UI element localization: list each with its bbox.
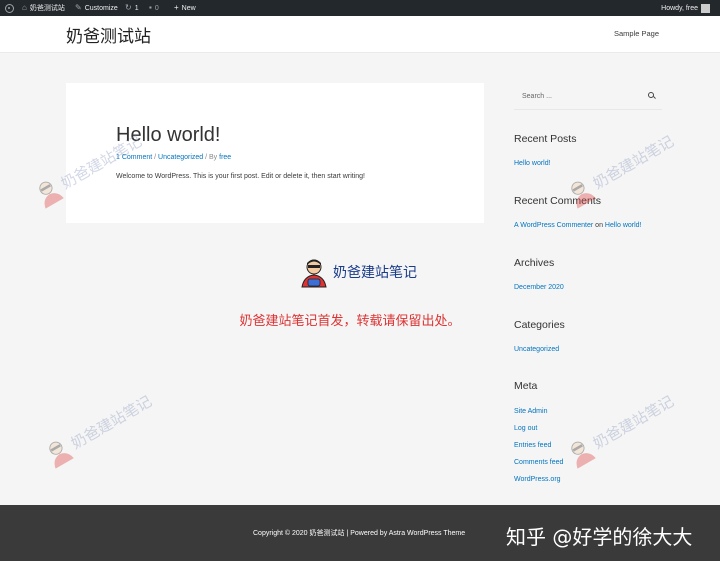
refresh-icon: ↻ xyxy=(125,3,132,12)
new-content-link[interactable]: + New xyxy=(174,0,196,16)
comment-icon: ▪ xyxy=(149,3,152,12)
categories-title: Categories xyxy=(514,319,565,331)
meta-by-label: / By xyxy=(203,154,220,161)
search-form: Search ... xyxy=(514,85,662,110)
search-icon[interactable] xyxy=(648,92,654,98)
copyright-label: Copyright © 2020 xyxy=(253,530,310,537)
footer-site-link[interactable]: 奶爸测试站 xyxy=(310,530,345,537)
diagonal-watermark: 奶爸建站笔记 xyxy=(561,127,679,211)
meta-link-log-out[interactable]: Log out xyxy=(514,425,537,432)
mascot-icon xyxy=(301,259,327,288)
theme-link[interactable]: Astra WordPress Theme xyxy=(389,530,465,537)
post-excerpt: Welcome to WordPress. This is your first… xyxy=(116,173,365,180)
author-link[interactable]: free xyxy=(219,154,231,161)
powered-by-label: | Powered by xyxy=(344,530,389,537)
brush-icon: ✎ xyxy=(75,3,82,12)
home-icon: ⌂ xyxy=(22,3,27,12)
archive-link[interactable]: December 2020 xyxy=(514,284,564,291)
diagonal-watermark-text: 奶爸建站笔记 xyxy=(67,391,155,453)
admin-bar: ⌂ 奶爸测试站 ✎ Customize ↻ 1 ▪ 0 + New Howdy,… xyxy=(0,0,720,16)
category-link[interactable]: Uncategorized xyxy=(514,346,559,353)
howdy-label: Howdy, free xyxy=(661,4,698,12)
recent-post-link[interactable]: Hello world! xyxy=(514,160,551,167)
meta-link-entries-feed[interactable]: Entries feed xyxy=(514,442,551,449)
zhihu-watermark: 知乎 @好学的徐大大 xyxy=(506,525,693,549)
meta-link-wordpress-org[interactable]: WordPress.org xyxy=(514,476,561,483)
updates-count: 1 xyxy=(134,4,139,12)
meta-link-site-admin[interactable]: Site Admin xyxy=(514,408,547,415)
site-title-link[interactable]: 奶爸测试站 xyxy=(66,22,151,47)
center-watermark-note: 奶爸建站笔记首发，转载请保留出处。 xyxy=(0,310,720,329)
meta-title: Meta xyxy=(514,380,538,392)
site-name-label: 奶爸测试站 xyxy=(29,5,65,12)
comment-post-link[interactable]: Hello world! xyxy=(605,222,642,229)
nav-item-sample-page[interactable]: Sample Page xyxy=(614,29,659,38)
recent-posts-title: Recent Posts xyxy=(514,133,577,145)
archives-title: Archives xyxy=(514,257,555,269)
plus-icon: + xyxy=(174,3,179,12)
comment-on-label: on xyxy=(593,222,605,229)
new-label: New xyxy=(181,4,196,12)
diagonal-watermark: 奶爸建站笔记 xyxy=(39,387,157,471)
diagonal-watermark: 奶爸建站笔记 xyxy=(561,387,679,471)
site-footer: Copyright © 2020 奶爸测试站 | Powered by Astr… xyxy=(0,505,720,561)
comments-link[interactable]: ▪ 0 xyxy=(149,0,159,16)
site-name-link[interactable]: ⌂ 奶爸测试站 xyxy=(22,0,65,16)
bottom-strip xyxy=(0,561,720,569)
diagonal-watermark-text: 奶爸建站笔记 xyxy=(589,391,677,453)
wordpress-icon xyxy=(5,3,14,13)
category-link[interactable]: Uncategorized xyxy=(158,154,203,161)
customize-link[interactable]: ✎ Customize xyxy=(75,0,118,16)
avatar xyxy=(701,3,710,13)
search-input[interactable]: Search ... xyxy=(522,93,552,100)
meta-link-comments-feed[interactable]: Comments feed xyxy=(514,459,563,466)
customize-label: Customize xyxy=(84,4,118,12)
recent-comment-item: A WordPress Commenter on Hello world! xyxy=(514,222,642,229)
updates-link[interactable]: ↻ 1 xyxy=(125,0,139,16)
account-menu[interactable]: Howdy, free xyxy=(661,0,710,16)
wordpress-logo-button[interactable] xyxy=(5,0,14,16)
diagonal-watermark-text: 奶爸建站笔记 xyxy=(589,131,677,193)
footer-copyright: Copyright © 2020 奶爸测试站 | Powered by Astr… xyxy=(253,528,465,538)
center-watermark-brand: 奶爸建站笔记 xyxy=(333,265,417,281)
comments-count: 0 xyxy=(154,4,159,12)
comment-author-link[interactable]: A WordPress Commenter xyxy=(514,222,593,229)
site-header: 奶爸测试站 Sample Page xyxy=(0,16,720,53)
center-watermark-logo: 奶爸建站笔记 xyxy=(298,256,417,288)
center-watermark-note-text: 奶爸建站笔记首发，转载请保留出处。 xyxy=(239,314,461,329)
